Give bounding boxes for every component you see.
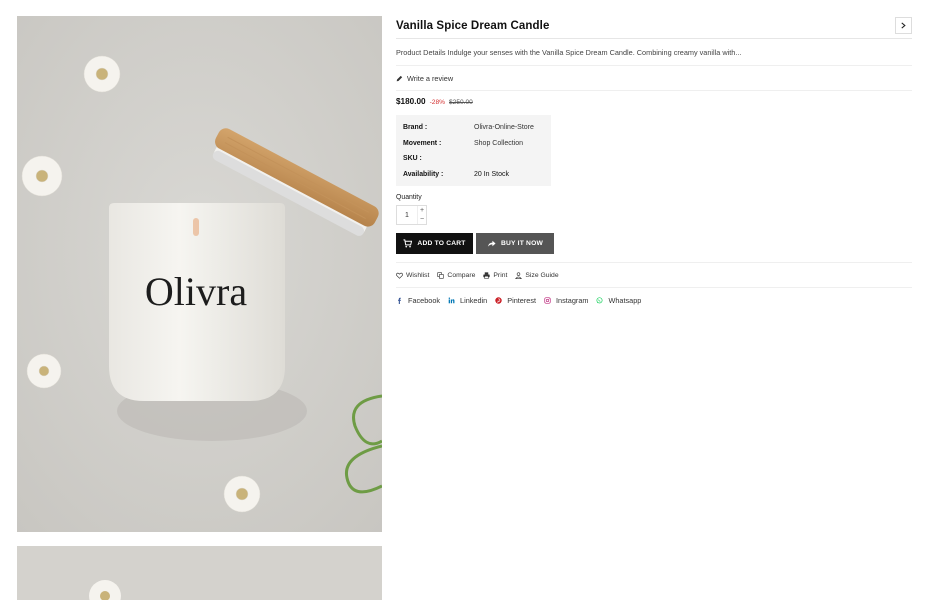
share-facebook-link[interactable]: Facebook (396, 296, 440, 305)
cart-icon (403, 239, 413, 248)
quantity-increase-button[interactable]: + (418, 206, 426, 215)
product-title: Vanilla Spice Dream Candle (396, 20, 550, 32)
write-review-link[interactable]: Write a review (396, 66, 912, 91)
quantity-stepper: + − (396, 205, 427, 226)
quantity-input[interactable] (397, 206, 417, 225)
share-linkedin-link[interactable]: Linkedin (448, 296, 487, 305)
product-gallery: Olivra (17, 16, 382, 600)
meta-row-sku: SKU : (403, 151, 544, 167)
add-to-cart-button[interactable]: ADD TO CART (396, 233, 473, 255)
meta-key: SKU : (403, 155, 422, 163)
size-guide-label: Size Guide (525, 271, 559, 279)
heart-icon (396, 272, 403, 279)
product-info: Vanilla Spice Dream Candle Product Detai… (396, 16, 912, 313)
whatsapp-label: Whatsapp (608, 296, 642, 306)
meta-row-movement: Movement : Shop Collection (403, 136, 544, 152)
pinterest-label: Pinterest (507, 296, 537, 306)
print-label: Print (493, 271, 508, 279)
quantity-steppers: + − (417, 206, 426, 225)
buy-now-button[interactable]: BUY IT NOW (476, 233, 554, 255)
product-actions: Wishlist Compare Print Size Guide (396, 262, 912, 289)
chevron-right-icon (901, 21, 906, 29)
stock-value: 20 In Stock (474, 171, 510, 179)
size-guide-button[interactable]: Size Guide (515, 271, 559, 279)
collection-link[interactable]: Shop Collection (474, 140, 523, 147)
compare-button[interactable]: Compare (437, 272, 475, 279)
meta-row-brand: Brand : Olivra-Online-Store (403, 120, 544, 136)
brand-link[interactable]: Olivra-Online-Store (474, 124, 534, 131)
facebook-icon (398, 298, 401, 305)
share-arrow-icon (487, 241, 496, 248)
social-share: Facebook Linkedin Pinterest Instagram Wh… (396, 288, 912, 313)
compare-at-price: $250.00 (449, 99, 473, 106)
meta-row-availability: Availability : 20 In Stock (403, 167, 544, 183)
product-meta-table: Brand : Olivra-Online-Store Movement : S… (396, 115, 551, 187)
share-whatsapp-link[interactable]: Whatsapp (596, 296, 641, 305)
linkedin-label: Linkedin (460, 296, 488, 306)
product-description: Product Details Indulge your senses with… (396, 48, 912, 66)
compare-label: Compare (447, 271, 476, 279)
ruler-icon (515, 272, 523, 279)
whatsapp-icon (596, 297, 603, 304)
share-pinterest-link[interactable]: Pinterest (495, 296, 536, 305)
share-instagram-link[interactable]: Instagram (544, 296, 588, 305)
buy-now-label: BUY IT NOW (500, 240, 543, 248)
meta-key: Movement : (403, 139, 442, 147)
write-review-label: Write a review (407, 73, 454, 83)
printer-icon (483, 272, 491, 279)
add-to-cart-label: ADD TO CART (417, 240, 466, 248)
quantity-label: Quantity (396, 194, 422, 202)
pinterest-icon (495, 297, 502, 305)
linkedin-icon (448, 297, 455, 304)
meta-key: Availability : (403, 171, 444, 179)
price-row: $180.00 -28% $250.00 (396, 97, 912, 106)
image-brand-text: Olivra (145, 269, 247, 314)
instagram-icon (544, 297, 551, 305)
quantity-decrease-button[interactable]: − (418, 215, 426, 224)
meta-key: Brand : (403, 124, 428, 132)
compare-icon (437, 272, 445, 279)
next-product-button[interactable] (895, 16, 912, 34)
print-button[interactable]: Print (483, 272, 507, 279)
instagram-label: Instagram (556, 296, 589, 306)
product-main-image[interactable]: Olivra (17, 16, 382, 532)
wishlist-label: Wishlist (406, 271, 430, 279)
purchase-buttons: ADD TO CART BUY IT NOW (396, 233, 912, 255)
product-thumbnail-image[interactable] (17, 546, 382, 600)
facebook-label: Facebook (408, 296, 441, 306)
wishlist-button[interactable]: Wishlist (396, 272, 429, 279)
title-row: Vanilla Spice Dream Candle (396, 16, 912, 39)
pencil-icon (396, 75, 403, 81)
discount-badge: -28% (429, 99, 446, 106)
current-price: $180.00 (396, 97, 426, 106)
